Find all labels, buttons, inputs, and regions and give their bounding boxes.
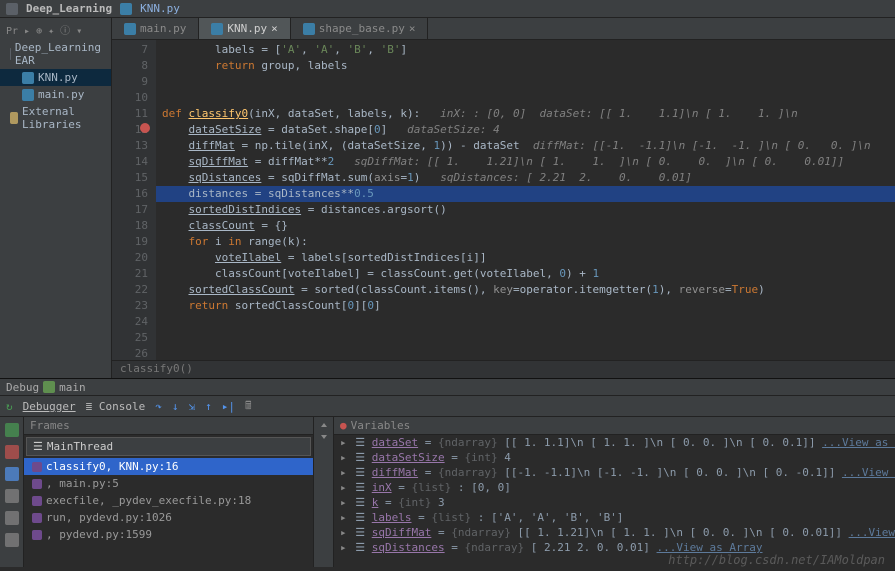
breakpoint-icon[interactable] xyxy=(140,123,150,133)
file-main[interactable]: main.py xyxy=(0,86,111,103)
project-root[interactable]: Deep_Learning EAR xyxy=(0,39,111,69)
prev-frame-icon[interactable] xyxy=(321,423,327,427)
restart-icon[interactable]: ↻ xyxy=(6,400,13,413)
breadcrumb[interactable]: classify0() xyxy=(112,360,895,378)
evaluate-icon[interactable]: 🖩 xyxy=(245,397,252,416)
line-gutter[interactable]: 7891011121314151617181920212223242526 xyxy=(112,40,156,360)
variable-row[interactable]: ▸ ☰ dataSetSize = {int} 4 xyxy=(334,450,895,465)
resume-icon[interactable] xyxy=(5,423,19,437)
stack-frame[interactable]: , main.py:5 xyxy=(24,475,313,492)
stop-icon[interactable] xyxy=(5,445,19,459)
current-file: KNN.py xyxy=(140,2,180,15)
rerun-icon[interactable] xyxy=(5,467,19,481)
folder-icon xyxy=(6,3,18,15)
step-into-my-icon[interactable]: ⇲ xyxy=(188,400,195,413)
step-over-icon[interactable]: ↷ xyxy=(155,400,162,413)
project-tool-window[interactable]: Pr ▸ ⊕ ✦ ⓘ ▾ Deep_Learning EAR KNN.py ma… xyxy=(0,18,112,378)
watermark: http://blog.csdn.net/IAMoldpan xyxy=(668,553,885,567)
debug-toolbar: ↻ Debugger ≣ Console ↷ ↓ ⇲ ↑ ▸| 🖩 xyxy=(0,395,895,417)
settings-icon[interactable] xyxy=(5,533,19,547)
tab-shapebase[interactable]: shape_base.py × xyxy=(291,18,429,39)
variable-row[interactable]: ▸ ☰ inX = {list} : [0, 0] xyxy=(334,480,895,495)
variable-row[interactable]: ▸ ☰ k = {int} 3 xyxy=(334,495,895,510)
tab-knn[interactable]: KNN.py × xyxy=(199,18,290,39)
stack-frame[interactable]: execfile, _pydev_execfile.py:18 xyxy=(24,492,313,509)
stack-frame[interactable]: classify0, KNN.py:16 xyxy=(24,458,313,475)
project-header: Pr ▸ ⊕ ✦ ⓘ ▾ xyxy=(0,20,111,39)
stack-frame[interactable]: run, pydevd.py:1026 xyxy=(24,509,313,526)
editor-tabs: main.py KNN.py × shape_base.py × xyxy=(112,18,895,40)
step-out-icon[interactable]: ↑ xyxy=(205,400,212,413)
tab-main[interactable]: main.py xyxy=(112,18,199,39)
variable-row[interactable]: ▸ ☰ sqDiffMat = {ndarray} [[ 1. 1.21]\n … xyxy=(334,525,895,540)
frames-title: Frames xyxy=(30,419,70,432)
debug-title[interactable]: Debug main xyxy=(0,378,895,395)
vars-title: Variables xyxy=(351,419,411,432)
code-editor[interactable]: 7891011121314151617181920212223242526 la… xyxy=(112,40,895,360)
variable-row[interactable]: ▸ ☰ dataSet = {ndarray} [[ 1. 1.1]\n [ 1… xyxy=(334,435,895,450)
navigation-bar: Deep_Learning KNN.py xyxy=(0,0,895,18)
file-knn[interactable]: KNN.py xyxy=(0,69,111,86)
external-libraries[interactable]: External Libraries xyxy=(0,103,111,133)
project-name: Deep_Learning xyxy=(26,2,112,15)
step-into-icon[interactable]: ↓ xyxy=(172,400,179,413)
debugger-tab[interactable]: Debugger xyxy=(23,400,76,413)
py-icon xyxy=(120,3,132,15)
mute-breakpoints-icon[interactable] xyxy=(5,511,19,525)
variables-panel: ● Variables ▸ ☰ dataSet = {ndarray} [[ 1… xyxy=(334,417,895,567)
frames-panel: Frames ☰ MainThread classify0, KNN.py:16… xyxy=(24,417,314,567)
bug-icon xyxy=(43,381,55,393)
variable-row[interactable]: ▸ ☰ diffMat = {ndarray} [[-1. -1.1]\n [-… xyxy=(334,465,895,480)
run-to-cursor-icon[interactable]: ▸| xyxy=(222,400,235,413)
source-code[interactable]: labels = ['A', 'A', 'B', 'B'] return gro… xyxy=(156,40,895,360)
view-breakpoints-icon[interactable] xyxy=(5,489,19,503)
debug-side-icons xyxy=(0,417,24,567)
variable-row[interactable]: ▸ ☰ labels = {list} : ['A', 'A', 'B', 'B… xyxy=(334,510,895,525)
console-tab[interactable]: ≣ Console xyxy=(86,400,146,413)
stack-frame[interactable]: , pydevd.py:1599 xyxy=(24,526,313,543)
next-frame-icon[interactable] xyxy=(321,435,327,439)
thread-selector[interactable]: ☰ MainThread xyxy=(26,437,311,456)
